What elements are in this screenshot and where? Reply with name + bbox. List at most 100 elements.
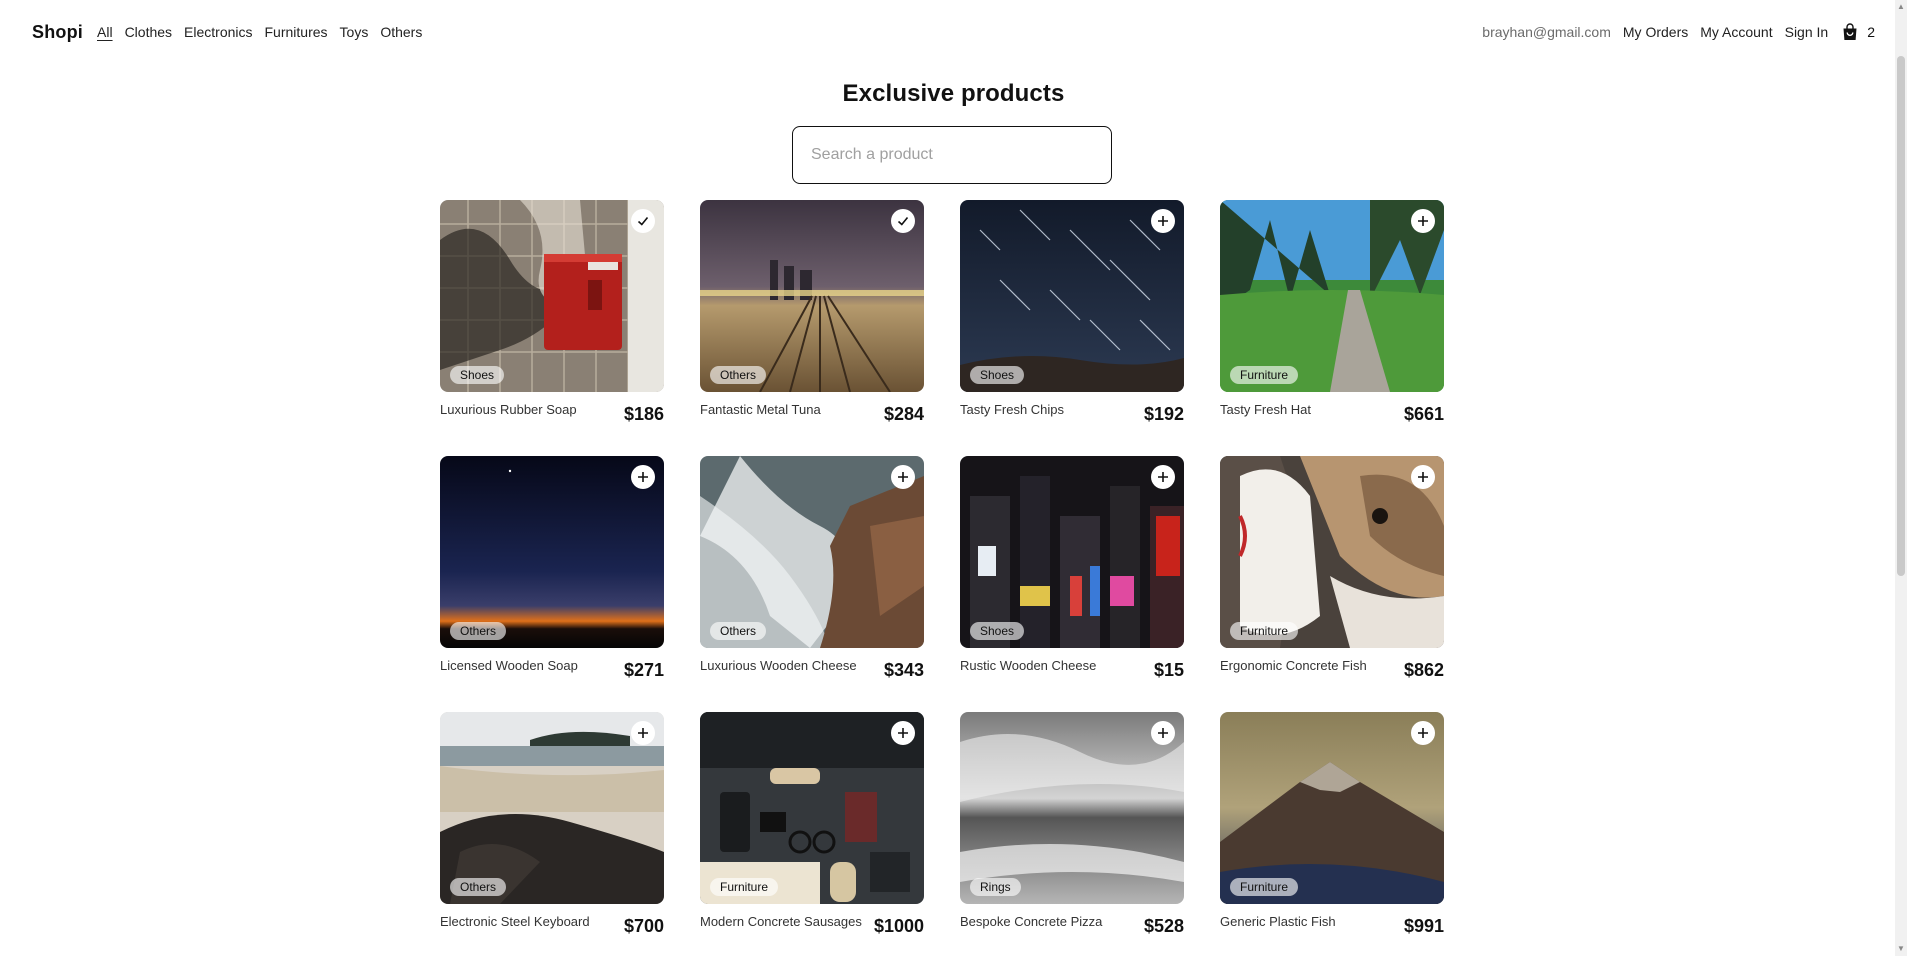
my-account-link[interactable]: My Account: [1700, 24, 1772, 40]
product-card[interactable]: Shoes Tasty Fresh Chips $192: [960, 200, 1184, 424]
sunset-horizon-image: [440, 456, 664, 648]
product-card[interactable]: Others Luxurious Wooden Cheese $343: [700, 456, 924, 681]
top-navbar: Shopi All Clothes Electronics Furnitures…: [0, 0, 1907, 64]
product-card[interactable]: Others Fantastic Metal Tuna $284: [700, 200, 924, 425]
product-price: $15: [1153, 660, 1184, 680]
product-card[interactable]: Furniture Modern Concrete Sausages $1000: [700, 712, 924, 937]
add-to-cart-button[interactable]: [1151, 465, 1175, 489]
scroll-down-icon[interactable]: ▼: [1895, 942, 1907, 956]
user-email: brayhan@gmail.com: [1482, 24, 1611, 40]
sign-in-link[interactable]: Sign In: [1785, 24, 1829, 40]
product-name: Tasty Fresh Hat: [1220, 402, 1312, 417]
plus-icon: [1158, 728, 1168, 738]
plus-icon: [1158, 216, 1168, 226]
added-to-cart-button[interactable]: [631, 209, 655, 233]
add-to-cart-button[interactable]: [891, 465, 915, 489]
product-card[interactable]: Rings Bespoke Concrete Pizza $528: [960, 712, 1184, 937]
product-name: Tasty Fresh Chips: [960, 402, 1065, 417]
plus-icon: [1418, 216, 1428, 226]
park-path-image: [1220, 200, 1444, 392]
product-card[interactable]: Others Licensed Wooden Soap $271: [440, 456, 664, 680]
product-image[interactable]: Shoes: [960, 200, 1184, 392]
category-badge: Furniture: [1230, 878, 1299, 896]
misty-mountain-image: [1220, 712, 1444, 904]
nav-category-toys[interactable]: Toys: [340, 24, 369, 40]
nav-category-others[interactable]: Others: [380, 24, 422, 40]
product-image[interactable]: Others: [440, 456, 664, 648]
waves-on-rock-image: [700, 456, 924, 648]
brand-logo[interactable]: Shopi: [32, 22, 83, 43]
cart-count: 2: [1867, 24, 1875, 40]
product-card[interactable]: Shoes Rustic Wooden Cheese $15: [960, 456, 1184, 681]
product-image[interactable]: Shoes: [440, 200, 664, 392]
product-card[interactable]: Furniture Tasty Fresh Hat $661: [1220, 200, 1444, 424]
added-to-cart-button[interactable]: [891, 209, 915, 233]
product-image[interactable]: Others: [440, 712, 664, 904]
category-badge: Others: [450, 878, 507, 896]
page-scrollbar[interactable]: ▲ ▼: [1895, 0, 1907, 956]
nav-category-electronics[interactable]: Electronics: [184, 24, 252, 40]
product-info: Fantastic Metal Tuna $284: [700, 402, 924, 425]
product-name: Rustic Wooden Cheese: [960, 658, 1097, 673]
product-price: $271: [623, 660, 664, 680]
add-to-cart-button[interactable]: [631, 721, 655, 745]
search-input[interactable]: [792, 126, 1112, 184]
product-info: Ergonomic Concrete Fish $862: [1220, 658, 1444, 681]
product-image[interactable]: Rings: [960, 712, 1184, 904]
add-to-cart-button[interactable]: [631, 465, 655, 489]
desk-flatlay-image: [700, 712, 924, 904]
product-image[interactable]: Furniture: [1220, 200, 1444, 392]
product-info: Modern Concrete Sausages $1000: [700, 914, 924, 937]
category-badge: Others: [710, 622, 767, 640]
add-to-cart-button[interactable]: [1411, 209, 1435, 233]
product-image[interactable]: Furniture: [1220, 712, 1444, 904]
add-to-cart-button[interactable]: [1151, 721, 1175, 745]
nav-category-clothes[interactable]: Clothes: [125, 24, 172, 40]
nav-category-all[interactable]: All: [97, 24, 113, 40]
product-name: Electronic Steel Keyboard: [440, 914, 590, 929]
cart-button[interactable]: 2: [1842, 23, 1875, 41]
add-to-cart-button[interactable]: [1151, 209, 1175, 233]
plus-icon: [898, 728, 908, 738]
city-lights-image: [960, 456, 1184, 648]
plus-icon: [638, 472, 648, 482]
product-image[interactable]: Furniture: [1220, 456, 1444, 648]
product-image[interactable]: Others: [700, 200, 924, 392]
product-name: Bespoke Concrete Pizza: [960, 914, 1103, 929]
category-badge: Furniture: [710, 878, 779, 896]
product-card[interactable]: Furniture Generic Plastic Fish $991: [1220, 712, 1444, 937]
product-info: Luxurious Wooden Cheese $343: [700, 658, 924, 681]
product-info: Bespoke Concrete Pizza $528: [960, 914, 1184, 937]
scroll-up-icon[interactable]: ▲: [1895, 0, 1907, 14]
product-card[interactable]: Others Electronic Steel Keyboard $700: [440, 712, 664, 936]
product-info: Rustic Wooden Cheese $15: [960, 658, 1184, 681]
plus-icon: [1418, 728, 1428, 738]
product-image[interactable]: Others: [700, 456, 924, 648]
product-price: $862: [1403, 660, 1444, 680]
product-name: Luxurious Wooden Cheese: [700, 658, 857, 673]
add-to-cart-button[interactable]: [1411, 721, 1435, 745]
red-mailbox-image: [440, 200, 664, 392]
my-orders-link[interactable]: My Orders: [1623, 24, 1688, 40]
product-card[interactable]: Shoes Luxurious Rubber Soap $186: [440, 200, 664, 424]
product-price: $661: [1403, 404, 1444, 424]
search-container: [792, 126, 1112, 184]
product-name: Modern Concrete Sausages: [700, 914, 862, 929]
product-image[interactable]: Shoes: [960, 456, 1184, 648]
product-name: Luxurious Rubber Soap: [440, 402, 577, 417]
product-info: Generic Plastic Fish $991: [1220, 914, 1444, 937]
add-to-cart-button[interactable]: [1411, 465, 1435, 489]
product-price: $700: [623, 916, 664, 936]
product-card[interactable]: Furniture Ergonomic Concrete Fish $862: [1220, 456, 1444, 681]
product-name: Fantastic Metal Tuna: [700, 402, 821, 417]
product-price: $284: [883, 404, 924, 424]
category-badge: Others: [710, 366, 767, 384]
nav-right: brayhan@gmail.com My Orders My Account S…: [1482, 23, 1875, 41]
product-price: $192: [1143, 404, 1184, 424]
product-image[interactable]: Furniture: [700, 712, 924, 904]
product-price: $528: [1143, 916, 1184, 936]
bulldog-image: [1220, 456, 1444, 648]
add-to-cart-button[interactable]: [891, 721, 915, 745]
scrollbar-thumb[interactable]: [1897, 56, 1905, 576]
nav-category-furnitures[interactable]: Furnitures: [265, 24, 328, 40]
